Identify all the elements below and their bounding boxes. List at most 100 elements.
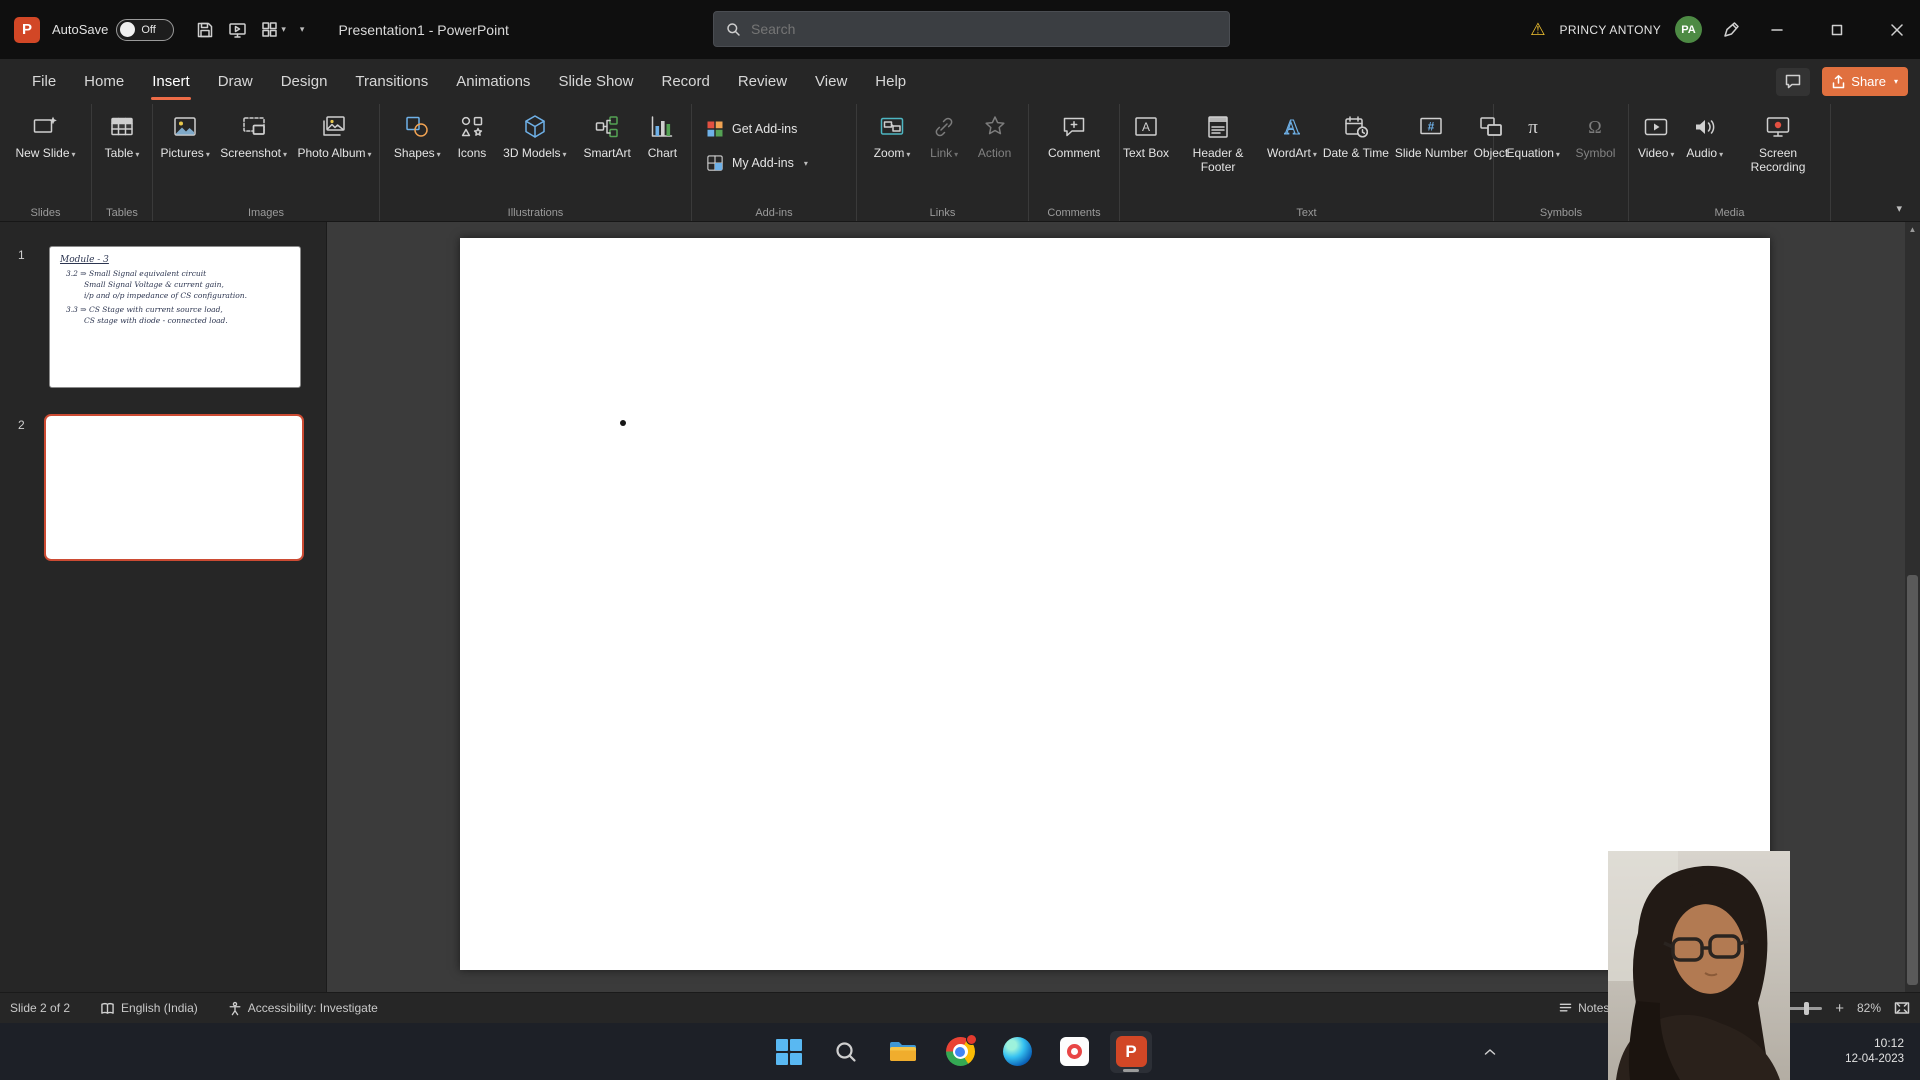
ribbon-wordart-button[interactable]: A WordArt▾ xyxy=(1264,107,1320,160)
webcam-overlay xyxy=(1608,851,1790,1080)
file-explorer-button[interactable] xyxy=(882,1031,924,1073)
ribbon-photo-album-button[interactable]: Photo Album▾ xyxy=(294,107,374,160)
scroll-up-arrow[interactable]: ▲ xyxy=(1905,225,1920,234)
shapes-icon xyxy=(403,113,431,141)
menu-tab-draw[interactable]: Draw xyxy=(204,59,267,104)
ribbon-screen-recording-button[interactable]: Screen Recording xyxy=(1732,107,1824,174)
slide-1-thumbnail[interactable]: Module - 3 3.2 ⇒ Small Signal equivalent… xyxy=(49,246,301,388)
view-grid-button[interactable]: ▾ xyxy=(261,21,286,38)
menu-tab-file[interactable]: File xyxy=(18,59,70,104)
ribbon-group-tables: Table▾ Tables xyxy=(92,104,153,221)
chevron-down-icon: ▾ xyxy=(72,150,76,159)
chevron-down-icon: ▾ xyxy=(906,150,910,159)
ribbon-new-slide-button[interactable]: New Slide▾ xyxy=(12,107,78,160)
recorder-app-button[interactable] xyxy=(1053,1031,1095,1073)
ribbon-equation-button[interactable]: π Equation▾ xyxy=(1504,107,1563,160)
search-input[interactable] xyxy=(751,21,1217,37)
ribbon-group-images: Pictures▾ Screenshot▾ Photo Album▾ xyxy=(153,104,380,221)
ribbon-pictures-button[interactable]: Pictures▾ xyxy=(157,107,212,160)
vertical-scrollbar[interactable]: ▲ xyxy=(1905,222,1920,992)
accessibility-button[interactable]: Accessibility: Investigate xyxy=(228,1001,378,1016)
powerpoint-app-icon[interactable]: P xyxy=(14,17,40,43)
ribbon-comment-button[interactable]: Comment xyxy=(1045,107,1103,160)
avatar[interactable]: PA xyxy=(1675,16,1702,43)
powerpoint-taskbar-button[interactable]: P xyxy=(1110,1031,1152,1073)
close-button[interactable] xyxy=(1874,0,1920,59)
menu-tab-home[interactable]: Home xyxy=(70,59,138,104)
save-button[interactable] xyxy=(196,21,214,39)
zoom-percent[interactable]: 82% xyxy=(1857,1001,1881,1015)
slide-canvas[interactable] xyxy=(460,238,1770,970)
tray-clock[interactable]: 10:12 12-04-2023 xyxy=(1845,1023,1904,1080)
fit-slide-to-window-button[interactable] xyxy=(1894,1001,1910,1015)
menu-tab-insert[interactable]: Insert xyxy=(138,59,204,104)
ribbon-my-addins-button[interactable]: My Add-ins ▾ xyxy=(706,154,856,172)
group-label-images: Images xyxy=(153,207,379,219)
ribbon-table-button[interactable]: Table▾ xyxy=(102,107,143,160)
chevron-down-icon: ▾ xyxy=(1719,150,1723,159)
language-label: English (India) xyxy=(121,1001,198,1015)
menu-tab-animations[interactable]: Animations xyxy=(442,59,544,104)
scrollbar-thumb[interactable] xyxy=(1907,575,1918,985)
chevron-down-icon: ▾ xyxy=(206,150,210,159)
group-label-text: Text xyxy=(1120,207,1493,219)
chevron-down-icon: ▾ xyxy=(1313,150,1317,159)
audio-icon xyxy=(1691,113,1719,141)
tray-show-hidden-icons[interactable] xyxy=(1484,1023,1496,1080)
start-button[interactable] xyxy=(768,1031,810,1073)
ribbon-zoom-button[interactable]: Zoom▾ xyxy=(871,107,914,160)
notes-icon xyxy=(1559,1002,1572,1014)
ribbon-video-button[interactable]: Video▾ xyxy=(1635,107,1678,160)
menu-tab-transitions[interactable]: Transitions xyxy=(341,59,442,104)
start-slideshow-button[interactable] xyxy=(228,21,247,39)
comments-pane-button[interactable] xyxy=(1776,68,1810,96)
menu-tab-help[interactable]: Help xyxy=(861,59,920,104)
zoom-slider-knob[interactable] xyxy=(1804,1002,1809,1015)
autosave-toggle[interactable]: Off xyxy=(116,19,174,41)
customize-qat-chevron[interactable]: ▾ xyxy=(300,24,305,35)
search-bar[interactable] xyxy=(713,11,1230,47)
menu-tab-record[interactable]: Record xyxy=(647,59,723,104)
menu-tab-view[interactable]: View xyxy=(801,59,861,104)
group-label-symbols: Symbols xyxy=(1494,207,1628,219)
warning-icon[interactable]: ⚠ xyxy=(1530,20,1545,40)
minimize-button[interactable] xyxy=(1754,0,1800,59)
folder-icon xyxy=(888,1039,918,1065)
account-name[interactable]: PRINCY ANTONY xyxy=(1560,23,1661,37)
maximize-button[interactable] xyxy=(1814,0,1860,59)
menu-tab-review[interactable]: Review xyxy=(724,59,801,104)
ribbon-3d-models-button[interactable]: 3D Models▾ xyxy=(500,107,569,160)
autosave-control[interactable]: AutoSave Off xyxy=(52,19,174,41)
ribbon-icons-button[interactable]: Icons xyxy=(455,107,490,160)
chevron-down-icon: ▾ xyxy=(437,150,441,159)
chrome-button[interactable] xyxy=(939,1031,981,1073)
ribbon-screenshot-button[interactable]: Screenshot▾ xyxy=(217,107,290,160)
ribbon-link-button: Link▾ xyxy=(927,107,961,160)
ribbon-group-links: Zoom▾ Link▾ Action Links xyxy=(857,104,1029,221)
pen-mode-button[interactable] xyxy=(1722,21,1740,39)
taskbar-search-button[interactable] xyxy=(825,1031,867,1073)
ribbon-get-addins-button[interactable]: Get Add-ins xyxy=(706,120,856,138)
menu-tab-slideshow[interactable]: Slide Show xyxy=(544,59,647,104)
notes-button[interactable]: Notes xyxy=(1559,1001,1609,1015)
ribbon-shapes-button[interactable]: Shapes▾ xyxy=(391,107,444,160)
zoom-in-button[interactable]: + xyxy=(1835,1000,1844,1017)
slide-2-thumbnail-selected[interactable] xyxy=(44,414,304,561)
group-label-addins: Add-ins xyxy=(692,207,856,219)
equation-icon: π xyxy=(1519,113,1547,141)
share-button[interactable]: Share ▾ xyxy=(1822,67,1908,96)
menu-tab-design[interactable]: Design xyxy=(267,59,342,104)
ribbon-smartart-button[interactable]: SmartArt xyxy=(580,107,633,160)
collapse-ribbon-chevron[interactable]: ▾ xyxy=(1896,202,1902,215)
ribbon-slide-number-button[interactable]: # Slide Number xyxy=(1392,107,1471,160)
ribbon-chart-button[interactable]: Chart xyxy=(645,107,680,160)
ribbon-text-box-button[interactable]: A Text Box xyxy=(1120,107,1172,160)
ribbon-header-footer-button[interactable]: Header & Footer xyxy=(1172,107,1264,174)
slide-indicator[interactable]: Slide 2 of 2 xyxy=(10,1001,70,1015)
ribbon-date-time-button[interactable]: Date & Time xyxy=(1320,107,1392,160)
slide-bullet-dot xyxy=(620,420,626,426)
spelling-language-button[interactable]: English (India) xyxy=(100,1001,198,1015)
ribbon-action-button: Action xyxy=(975,107,1014,160)
ribbon-audio-button[interactable]: Audio▾ xyxy=(1683,107,1726,160)
edge-button[interactable] xyxy=(996,1031,1038,1073)
